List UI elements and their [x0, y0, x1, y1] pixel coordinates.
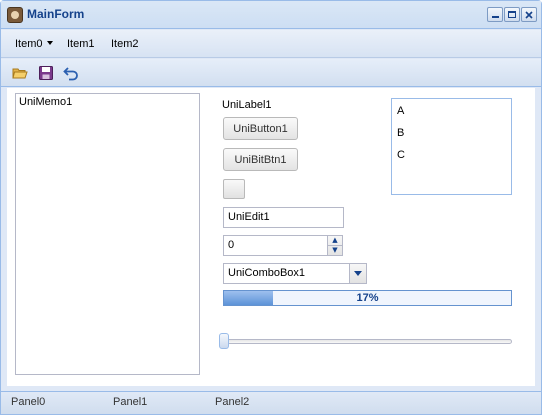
- save-icon[interactable]: [38, 65, 54, 81]
- menu-bar: Item0 Item1 Item2: [1, 30, 541, 58]
- toolbar: [1, 59, 541, 87]
- undo-icon[interactable]: [63, 65, 79, 81]
- spin-up-icon[interactable]: ▲: [328, 236, 342, 245]
- maximize-button[interactable]: [504, 7, 520, 22]
- menu-item-0[interactable]: Item0: [15, 38, 53, 50]
- menu-item-label: Item0: [15, 38, 43, 50]
- minimize-button[interactable]: [487, 7, 503, 22]
- menu-item-1[interactable]: Item1: [67, 38, 95, 50]
- list-box[interactable]: A B C: [391, 98, 512, 195]
- close-icon: [525, 10, 533, 19]
- status-panel-0: Panel0: [11, 396, 46, 408]
- menu-item-label: Item2: [111, 38, 139, 50]
- open-folder-icon[interactable]: [12, 65, 28, 81]
- memo-field[interactable]: UniMemo1: [15, 93, 200, 375]
- app-icon: [7, 7, 23, 23]
- combo-box[interactable]: UniComboBox1: [223, 263, 350, 284]
- title-bar[interactable]: MainForm: [1, 1, 541, 29]
- uni-bitbtn[interactable]: UniBitBtn1: [223, 148, 298, 171]
- minimize-icon: [491, 16, 499, 18]
- status-bar: Panel0 Panel1 Panel2: [1, 391, 541, 414]
- menu-item-2[interactable]: Item2: [111, 38, 139, 50]
- list-item[interactable]: B: [392, 121, 511, 143]
- form-content: UniMemo1 UniLabel1 UniButton1 UniBitBtn1…: [7, 88, 535, 386]
- window-title: MainForm: [27, 7, 85, 21]
- uni-label: UniLabel1: [222, 99, 272, 111]
- close-button[interactable]: [521, 7, 537, 22]
- progress-text: 17%: [356, 292, 379, 304]
- spin-down-icon[interactable]: ▼: [328, 246, 342, 255]
- slider-thumb[interactable]: [219, 333, 229, 349]
- menu-item-label: Item1: [67, 38, 95, 50]
- uni-button[interactable]: UniButton1: [223, 117, 298, 140]
- memo-text: UniMemo1: [19, 96, 73, 108]
- slider-track[interactable]: [223, 339, 512, 344]
- dropdown-arrow-icon: [46, 41, 53, 45]
- combo-trigger[interactable]: [349, 263, 367, 284]
- chevron-down-icon: [354, 271, 362, 276]
- progress-bar: 17%: [223, 290, 512, 306]
- status-panel-1: Panel1: [113, 396, 148, 408]
- maximize-icon: [508, 11, 516, 18]
- list-item[interactable]: C: [392, 143, 511, 165]
- blank-button[interactable]: [223, 179, 245, 199]
- list-item[interactable]: A: [392, 99, 511, 121]
- spin-edit-field[interactable]: 0: [223, 235, 328, 256]
- edit-field[interactable]: UniEdit1: [223, 207, 344, 228]
- main-form-window: MainForm Item0 Item1 Item2 UniMemo1 UniL…: [0, 0, 542, 415]
- spin-stepper: ▲ ▼: [327, 235, 343, 256]
- status-panel-2: Panel2: [215, 396, 250, 408]
